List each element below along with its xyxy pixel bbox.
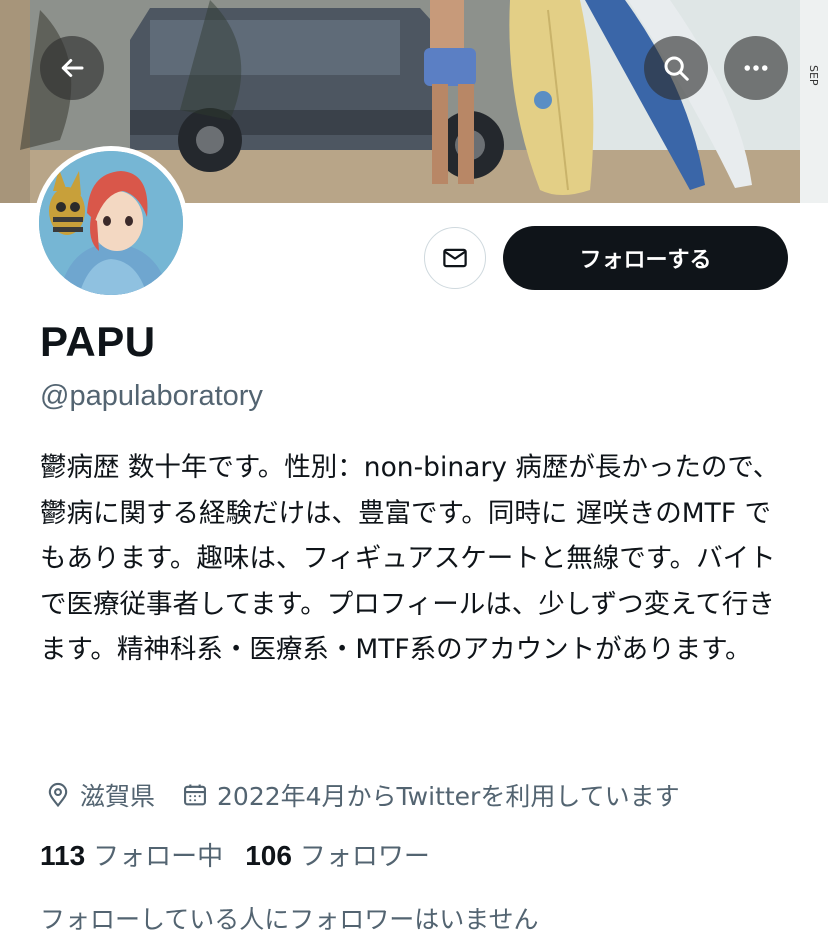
profile-handle: @papulaboratory (40, 380, 263, 412)
profile-meta: 滋賀県 2022年4月からTwitterを利用しています (44, 777, 680, 813)
follow-button[interactable]: フォローする (503, 226, 788, 290)
followers-link[interactable]: 106 フォロワー (245, 836, 430, 873)
following-link[interactable]: 113 フォロー中 (40, 836, 223, 873)
more-horizontal-icon (744, 65, 768, 71)
message-button[interactable] (424, 227, 486, 289)
search-button[interactable] (644, 36, 708, 100)
followers-count: 106 (245, 840, 292, 871)
mail-icon (443, 248, 467, 268)
avatar[interactable] (34, 146, 188, 300)
location-text: 滋賀県 (80, 782, 156, 811)
svg-text:SEP: SEP (807, 65, 820, 86)
location: 滋賀県 (44, 777, 155, 813)
follow-stats: 113 フォロー中 106 フォロワー (40, 836, 430, 873)
arrow-left-icon (61, 59, 84, 77)
calendar-icon (184, 784, 206, 806)
followers-label: フォロワー (299, 842, 430, 872)
profile-name: PAPU (40, 318, 156, 365)
join-date: 2022年4月からTwitterを利用しています (181, 777, 680, 813)
location-pin-icon (48, 782, 68, 808)
back-button[interactable] (40, 36, 104, 100)
followers-you-know: フォローしている人にフォロワーはいません (40, 905, 539, 934)
avatar-image (39, 151, 183, 295)
join-date-text: 2022年4月からTwitterを利用しています (217, 782, 680, 811)
more-button[interactable] (724, 36, 788, 100)
following-count: 113 (40, 840, 86, 871)
following-label: フォロー中 (93, 842, 224, 872)
search-icon (664, 56, 689, 81)
profile-bio: 鬱病歴 数十年です。性別：non-binary 病歴が長かったので、鬱病に関する… (40, 452, 780, 665)
